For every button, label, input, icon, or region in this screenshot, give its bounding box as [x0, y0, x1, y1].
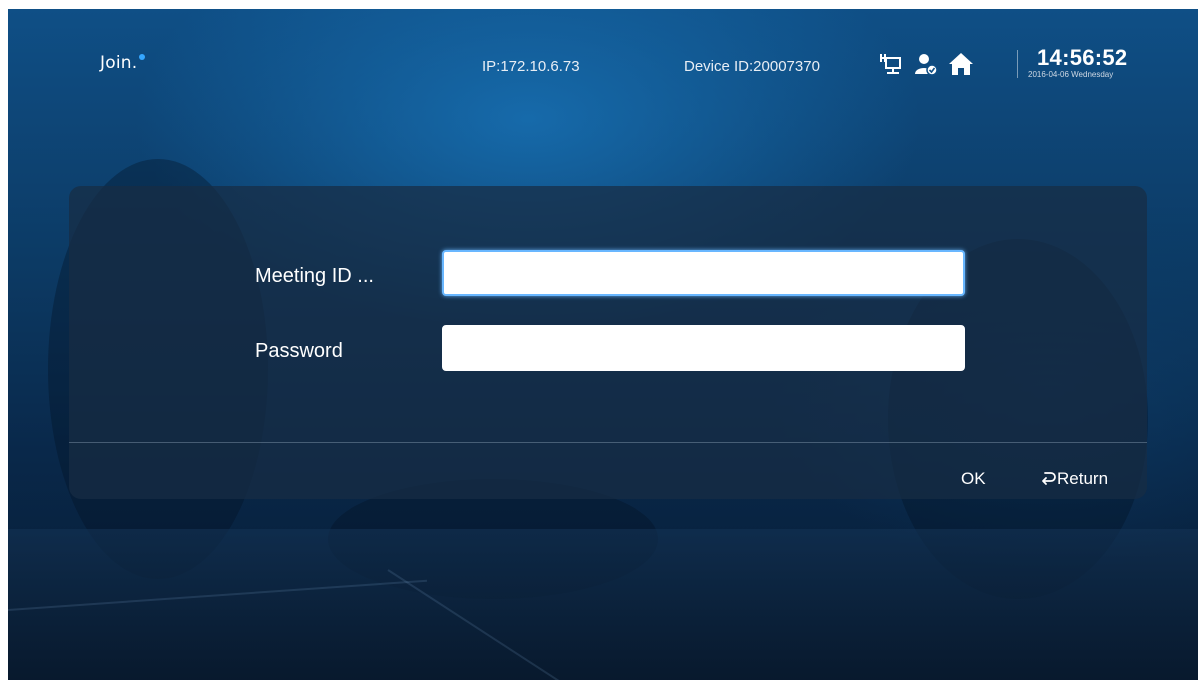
network-icon [880, 54, 901, 74]
panel-divider [69, 442, 1147, 443]
user-status-icon [915, 54, 938, 76]
return-icon [1042, 472, 1056, 485]
header-separator [1017, 50, 1018, 78]
meeting-id-input[interactable] [442, 250, 965, 296]
device-id: Device ID:20007370 [684, 58, 820, 75]
background-table [8, 529, 1198, 680]
ip-address: IP:172.10.6.73 [482, 58, 580, 75]
join-meeting-panel: Meeting ID ... Password OK Return [69, 186, 1147, 499]
ok-button[interactable]: OK [961, 469, 986, 489]
logo-dot [139, 54, 146, 60]
password-label: Password [255, 340, 343, 362]
clock-time: 14:56:52 [1037, 45, 1128, 70]
join-logo: Join. [100, 53, 146, 73]
return-button[interactable]: Return [1040, 469, 1108, 489]
ok-label: OK [961, 469, 986, 488]
return-label: Return [1057, 469, 1109, 488]
join-meeting-screen: Join. IP:172.10.6.73 Device ID:20007370 … [8, 9, 1198, 680]
password-input[interactable] [442, 325, 965, 371]
home-icon[interactable] [948, 51, 974, 77]
logo-text: Join. [100, 53, 138, 73]
clock-date: 2016-04-06 Wednesday [1028, 70, 1114, 79]
meeting-id-label: Meeting ID ... [255, 265, 374, 287]
